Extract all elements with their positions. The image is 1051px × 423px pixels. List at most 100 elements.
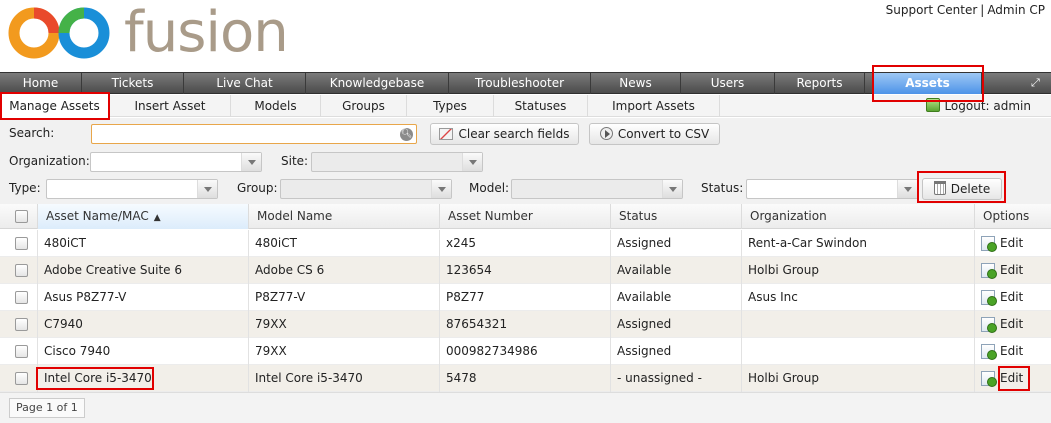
edit-link[interactable]: Edit — [975, 257, 1051, 284]
select-all-checkbox[interactable] — [15, 210, 28, 223]
table-row[interactable]: Asus P8Z77-V P8Z77-V P8Z77 Available Asu… — [0, 284, 1051, 311]
cell-model-name: 79XX — [249, 338, 440, 365]
col-header-organization[interactable]: Organization — [742, 204, 975, 229]
model-select[interactable] — [511, 179, 683, 199]
row-checkbox[interactable] — [15, 318, 28, 331]
subtab-models[interactable]: Models — [231, 95, 321, 117]
cell-asset-name: Intel Core i5-3470 — [38, 365, 249, 392]
cell-model-name: 480iCT — [249, 230, 440, 257]
subtab-manage-assets[interactable]: Manage Assets — [0, 95, 110, 117]
edit-icon — [981, 344, 997, 360]
logout-icon — [926, 98, 941, 112]
col-header-asset-number[interactable]: Asset Number — [440, 204, 611, 229]
row-checkbox[interactable] — [15, 345, 28, 358]
edit-link[interactable]: Edit — [975, 365, 1051, 392]
edit-icon — [981, 236, 997, 252]
subtab-insert-asset[interactable]: Insert Asset — [110, 95, 231, 117]
row-checkbox[interactable] — [15, 264, 28, 277]
search-input[interactable]: 🔍︎ — [91, 124, 417, 144]
convert-csv-label: Convert to CSV — [617, 127, 710, 141]
status-select[interactable] — [746, 179, 918, 199]
table-row[interactable]: Adobe Creative Suite 6 Adobe CS 6 123654… — [0, 257, 1051, 284]
row-checkbox[interactable] — [15, 237, 28, 250]
logo-text: fusion — [124, 0, 289, 65]
type-select[interactable] — [46, 179, 218, 199]
table-row[interactable]: Intel Core i5-3470 Intel Core i5-3470 54… — [0, 365, 1051, 392]
top-links: Support Center | Admin CP — [886, 3, 1045, 17]
col-header-asset-name-label: Asset Name/MAC — [46, 209, 149, 223]
col-header-status[interactable]: Status — [611, 204, 742, 229]
edit-label: Edit — [1000, 236, 1024, 250]
nav-tab-tickets[interactable]: Tickets — [82, 73, 184, 94]
nav-tab-home[interactable]: Home — [0, 73, 82, 94]
chevron-down-icon — [241, 153, 261, 171]
cell-asset-name: Asus P8Z77-V — [38, 284, 249, 311]
play-icon — [599, 127, 613, 140]
group-select[interactable] — [280, 179, 452, 199]
header: fusion Support Center | Admin CP — [0, 0, 1051, 70]
cell-asset-number: P8Z77 — [440, 284, 611, 311]
cell-status: Available — [611, 284, 742, 311]
delete-label: Delete — [950, 182, 991, 196]
logout-label: Logout: admin — [944, 99, 1031, 113]
cell-organization: Holbi Group — [742, 365, 975, 392]
table-row[interactable]: C7940 79XX 87654321 Assigned Edit — [0, 311, 1051, 338]
trash-icon — [933, 181, 946, 195]
nav-tab-live-chat[interactable]: Live Chat — [184, 73, 306, 94]
fusion-logo[interactable]: fusion — [6, 0, 289, 65]
cell-asset-number: x245 — [440, 230, 611, 257]
expand-icon[interactable]: ⤢ — [1031, 77, 1043, 89]
main-nav: Home Tickets Live Chat Knowledgebase Tro… — [0, 72, 1051, 94]
cell-status: - unassigned - — [611, 365, 742, 392]
edit-link[interactable]: Edit — [975, 338, 1051, 365]
edit-link[interactable]: Edit — [975, 311, 1051, 338]
delete-button[interactable]: Delete — [922, 178, 1002, 200]
sub-nav: Manage Assets Insert Asset Models Groups… — [0, 95, 1051, 117]
convert-csv-button[interactable]: Convert to CSV — [589, 123, 720, 145]
edit-link[interactable]: Edit — [975, 230, 1051, 257]
page-indicator: Page 1 of 1 — [9, 398, 85, 418]
row-checkbox[interactable] — [15, 372, 28, 385]
subtab-import-assets[interactable]: Import Assets — [588, 95, 720, 117]
row-select-cell — [0, 230, 38, 257]
col-header-asset-name[interactable]: Asset Name/MAC ▲ — [38, 204, 249, 229]
cell-organization: Holbi Group — [742, 257, 975, 284]
search-icon[interactable]: 🔍︎ — [400, 128, 413, 141]
clear-search-button[interactable]: Clear search fields — [430, 123, 579, 145]
logo-rings-icon — [8, 7, 110, 59]
logout-link[interactable]: Logout: admin — [926, 98, 1031, 113]
cell-asset-number: 000982734986 — [440, 338, 611, 365]
nav-tab-troubleshooter[interactable]: Troubleshooter — [449, 73, 591, 94]
row-checkbox[interactable] — [15, 291, 28, 304]
support-center-link[interactable]: Support Center — [886, 3, 978, 17]
edit-label: Edit — [1000, 371, 1024, 385]
edit-link[interactable]: Edit — [975, 284, 1051, 311]
subtab-groups[interactable]: Groups — [321, 95, 407, 117]
nav-tab-reports[interactable]: Reports — [775, 73, 865, 94]
edit-icon — [981, 317, 997, 333]
subtab-statuses[interactable]: Statuses — [494, 95, 588, 117]
clear-search-label: Clear search fields — [458, 127, 570, 141]
row-select-cell — [0, 338, 38, 365]
organization-select[interactable] — [90, 152, 262, 172]
admin-cp-link[interactable]: Admin CP — [987, 3, 1045, 17]
nav-tab-assets[interactable]: Assets — [874, 73, 982, 94]
edit-icon — [981, 290, 997, 306]
subtab-types[interactable]: Types — [407, 95, 494, 117]
edit-label: Edit — [1000, 344, 1024, 358]
nav-tab-users[interactable]: Users — [681, 73, 775, 94]
cell-asset-number: 123654 — [440, 257, 611, 284]
cell-asset-number: 87654321 — [440, 311, 611, 338]
row-select-cell — [0, 257, 38, 284]
col-header-model-name[interactable]: Model Name — [249, 204, 440, 229]
cell-asset-name: Adobe Creative Suite 6 — [38, 257, 249, 284]
site-select[interactable] — [311, 152, 483, 172]
nav-tab-news[interactable]: News — [591, 73, 681, 94]
nav-tab-knowledgebase[interactable]: Knowledgebase — [306, 73, 449, 94]
col-header-options: Options — [983, 209, 1030, 223]
table-row[interactable]: 480iCT 480iCT x245 Assigned Rent-a-Car S… — [0, 230, 1051, 257]
cell-asset-name: C7940 — [38, 311, 249, 338]
select-all-cell — [0, 204, 38, 229]
type-label: Type: — [9, 181, 41, 195]
table-row[interactable]: Cisco 7940 79XX 000982734986 Assigned Ed… — [0, 338, 1051, 365]
